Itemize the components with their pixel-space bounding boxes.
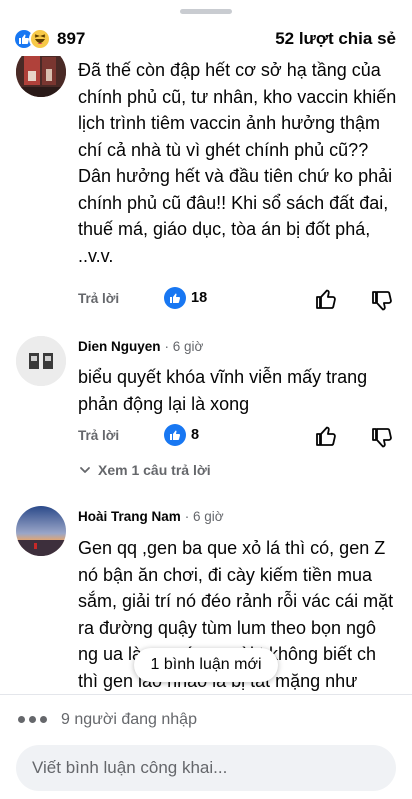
share-count[interactable]: 52 lượt chia sẻ [275,29,396,49]
comment-author-line: Hoài Trang Nam · 6 giờ [78,509,224,524]
comment-author[interactable]: Hoài Trang Nam [78,509,181,524]
comment-actions: Trả lời 8 [78,424,400,450]
comment-actions: Trả lời 18 [78,287,400,313]
like-count[interactable]: 8 [164,424,199,446]
comment-input-placeholder: Viết bình luận công khai... [32,758,228,777]
comment-input[interactable]: Viết bình luận công khai... [16,745,396,791]
like-reaction-icon [164,424,186,446]
reaction-summary[interactable]: 897 [13,28,85,50]
new-comments-button[interactable]: 1 bình luận mới [134,648,278,682]
comment-text: biểu quyết khóa vĩnh viễn mấy trang phản… [78,367,368,414]
typing-indicator: 9 người đang nhập [0,694,412,744]
chevron-down-icon [80,467,90,473]
thumb-up-icon[interactable] [314,287,338,311]
reply-button[interactable]: Trả lời [78,291,119,306]
comment-author-line: Dien Nguyen · 6 giờ [78,339,203,354]
comment-author[interactable]: Dien Nguyen [78,339,161,354]
view-replies-button[interactable]: Xem 1 câu trả lời [78,462,211,478]
avatar[interactable] [16,336,66,386]
view-replies-label: Xem 1 câu trả lời [98,462,211,478]
reply-button[interactable]: Trả lời [78,428,119,443]
avatar[interactable] [16,506,66,556]
thumb-down-icon[interactable] [370,426,394,450]
like-reaction-icon [164,287,186,309]
typing-dots-icon [18,716,47,723]
like-number: 8 [191,427,200,443]
comment-time: · 6 giờ [164,339,204,354]
comments-list[interactable]: Đã thế còn đập hết cơ sở hạ tầng của chí… [0,56,412,694]
haha-reaction-icon [29,28,51,50]
sheet-drag-handle[interactable] [180,9,232,14]
like-number: 18 [191,290,208,306]
like-count[interactable]: 18 [164,287,207,309]
avatar[interactable] [16,56,66,97]
thumb-up-icon[interactable] [314,424,338,448]
typing-label: 9 người đang nhập [61,710,197,728]
reaction-count: 897 [57,29,86,48]
comment-time: · 6 giờ [184,509,224,524]
thumb-down-icon[interactable] [370,289,394,313]
reactions-header: 897 52 lượt chia sẻ [0,22,412,56]
comment-text: Đã thế còn đập hết cơ sở hạ tầng của chí… [78,60,397,266]
